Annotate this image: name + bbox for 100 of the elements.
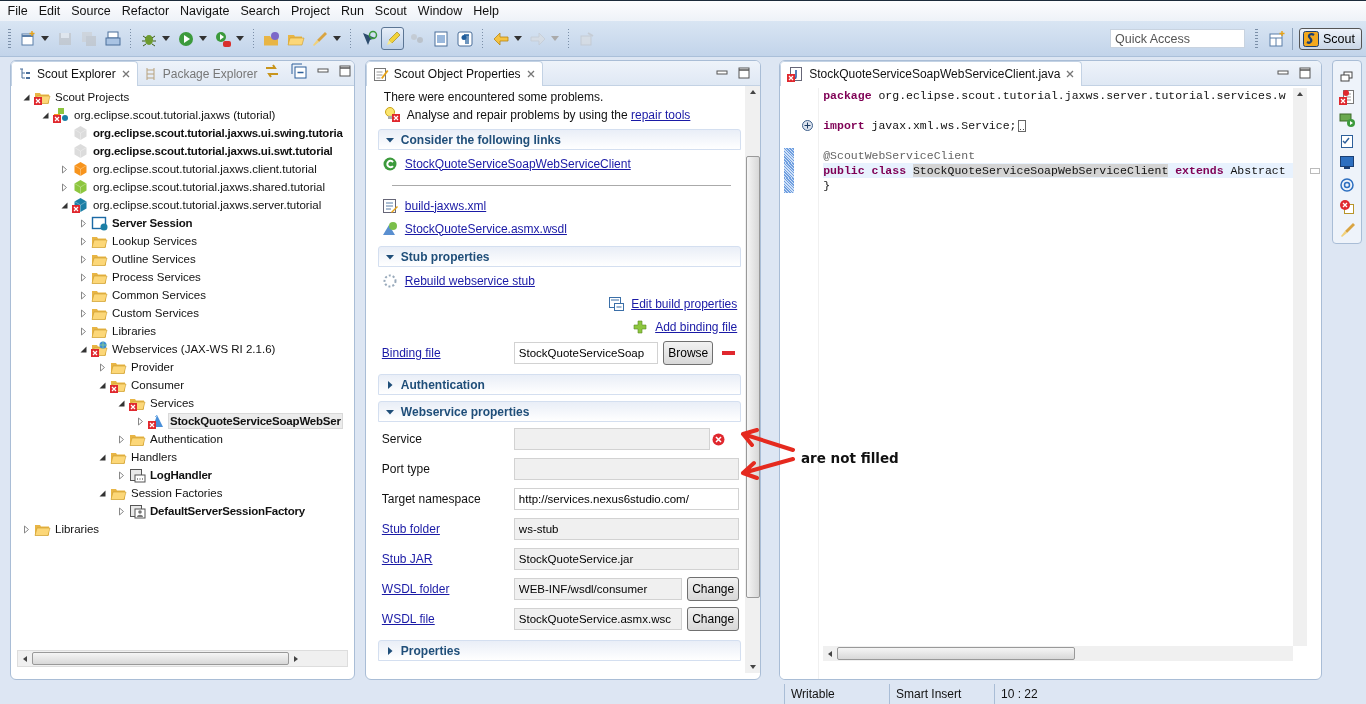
error-log-icon[interactable] [1339, 199, 1356, 215]
editor-tab[interactable]: StockQuoteServiceSoapWebServiceClient.java [780, 61, 1083, 86]
menu-item[interactable]: Navigate [174, 4, 235, 18]
tree-item[interactable]: Outline Services [111, 252, 197, 266]
tree-item[interactable]: org.eclipse.scout.tutorial.jaxws.ui.swing.tutoria [92, 126, 344, 140]
close-icon[interactable] [1065, 69, 1076, 79]
caret-icon[interactable] [41, 36, 49, 41]
tree-item[interactable]: org.eclipse.scout.tutorial.jaxws.ui.swt.tutorial [92, 144, 334, 158]
maximize-icon[interactable] [738, 67, 751, 79]
folded-code-icon[interactable] [1018, 119, 1027, 132]
collapsed-arrow-icon[interactable] [60, 164, 69, 174]
tree-item[interactable]: Session Factories [130, 486, 224, 500]
expanded-arrow-icon[interactable] [98, 380, 107, 390]
maximize-icon[interactable] [339, 65, 352, 77]
view-tab[interactable]: Scout Object Properties [365, 61, 543, 86]
text-field[interactable] [513, 458, 740, 480]
scrollbar[interactable] [745, 86, 761, 673]
browse-button[interactable]: Browse [663, 341, 714, 365]
menu-item[interactable]: File [2, 4, 34, 18]
open-perspective-icon[interactable] [1268, 29, 1287, 48]
checklist-icon[interactable] [1339, 133, 1356, 149]
at-sign-icon[interactable] [1339, 177, 1356, 193]
section-header[interactable]: Authentication [377, 374, 742, 395]
collapsed-arrow-icon[interactable] [98, 362, 107, 372]
expanded-arrow-icon[interactable] [22, 92, 31, 102]
tree-item[interactable]: Services [149, 396, 196, 410]
scrollbar[interactable] [823, 646, 1294, 661]
tree-item[interactable]: Handlers [130, 450, 179, 464]
text-field[interactable]: StockQuoteService.jar [513, 548, 740, 570]
expanded-arrow-icon[interactable] [79, 344, 88, 354]
text-field[interactable]: http://services.nexus6studio.com/ [513, 488, 740, 510]
collapsed-arrow-icon[interactable] [79, 254, 88, 264]
tree-item[interactable]: org.eclipse.scout.tutorial.jaxws (tutorial) [73, 108, 277, 122]
expanded-arrow-icon[interactable] [41, 110, 50, 120]
collapsed-arrow-icon[interactable] [79, 236, 88, 246]
collapsed-arrow-icon[interactable] [117, 434, 126, 444]
link[interactable]: build-jaxws.xml [404, 198, 487, 213]
tree-item[interactable]: org.eclipse.scout.tutorial.jaxws.shared.tutorial [92, 180, 327, 194]
section-header[interactable]: Stub properties [377, 246, 742, 267]
tree-item[interactable]: Authentication [149, 432, 224, 446]
tree-item[interactable]: org.eclipse.scout.tutorial.jaxws.client.tutorial [92, 162, 318, 176]
link[interactable]: Edit build properties [631, 296, 738, 311]
run-window-icon[interactable] [1339, 111, 1356, 127]
collapsed-arrow-icon[interactable] [79, 326, 88, 336]
tree-item[interactable]: org.eclipse.scout.tutorial.jaxws.server.tutorial [92, 198, 323, 212]
close-icon[interactable] [525, 69, 536, 79]
text-field[interactable]: WEB-INF/wsdl/consumer [513, 578, 683, 600]
tree-item[interactable]: Consumer [130, 378, 186, 392]
text-field[interactable]: StockQuoteServiceSoap [513, 342, 659, 364]
tree-item[interactable]: LogHandler [149, 468, 213, 482]
collapsed-arrow-icon[interactable] [79, 308, 88, 318]
pen-button[interactable] [381, 27, 404, 50]
menu-item[interactable]: Search [234, 4, 286, 18]
collapse-all-icon[interactable] [291, 63, 308, 79]
field-label-link[interactable]: WSDL folder [381, 582, 450, 596]
tree-item[interactable]: Webservices (JAX-WS RI 2.1.6) [111, 342, 277, 356]
document-error-icon[interactable] [1339, 89, 1356, 105]
expand-fold-icon[interactable] [802, 120, 814, 131]
menu-item[interactable]: Source [65, 4, 117, 18]
tree-item[interactable]: Server Session [111, 216, 194, 230]
menu-item[interactable]: Help [467, 4, 505, 18]
tree-item[interactable]: DefaultServerSessionFactory [149, 504, 307, 518]
menu-item[interactable]: Scout [369, 4, 413, 18]
close-icon[interactable] [120, 69, 131, 79]
field-label-link[interactable]: WSDL file [381, 612, 435, 626]
link[interactable]: StockQuoteServiceSoapWebServiceClient [404, 156, 631, 171]
quick-access-field[interactable]: Quick Access [1110, 29, 1246, 48]
expanded-arrow-icon[interactable] [117, 398, 126, 408]
menu-item[interactable]: Edit [33, 4, 66, 18]
menu-item[interactable]: Window [412, 4, 468, 18]
tree-item[interactable]: StockQuoteServiceSoapWebSer [168, 413, 343, 429]
collapsed-arrow-icon[interactable] [22, 524, 31, 534]
field-label-link[interactable]: Stub folder [381, 522, 440, 536]
tree-item[interactable]: Scout Projects [54, 90, 131, 104]
collapsed-arrow-icon[interactable] [60, 182, 69, 192]
remove-icon[interactable] [722, 350, 736, 356]
scrollbar[interactable] [1293, 88, 1308, 646]
tree-item[interactable]: Custom Services [111, 306, 200, 320]
link[interactable]: StockQuoteService.asmx.wsdl [404, 221, 567, 236]
brush-icon[interactable] [1339, 221, 1356, 237]
caret-icon[interactable] [236, 36, 244, 41]
collapsed-arrow-icon[interactable] [79, 290, 88, 300]
scrollbar[interactable] [17, 650, 348, 667]
text-field[interactable] [513, 428, 711, 450]
collapsed-arrow-icon[interactable] [117, 470, 126, 480]
minimize-icon[interactable] [317, 66, 330, 76]
change-button[interactable]: Change [687, 607, 740, 631]
text-field[interactable]: ws-stub [513, 518, 740, 540]
minimize-icon[interactable] [1277, 68, 1290, 78]
menu-item[interactable]: Run [335, 4, 370, 18]
view-tab[interactable]: Package Explorer [137, 62, 264, 85]
tree-item[interactable]: Libraries [111, 324, 158, 338]
tree-item[interactable]: Common Services [111, 288, 207, 302]
collapsed-arrow-icon[interactable] [79, 272, 88, 282]
text-field[interactable]: StockQuoteService.asmx.wsc [513, 608, 683, 630]
menu-item[interactable]: Refactor [116, 4, 175, 18]
expanded-arrow-icon[interactable] [60, 200, 69, 210]
field-label-link[interactable]: Stub JAR [381, 552, 433, 566]
collapsed-arrow-icon[interactable] [136, 416, 145, 426]
maximize-icon[interactable] [1299, 67, 1312, 79]
